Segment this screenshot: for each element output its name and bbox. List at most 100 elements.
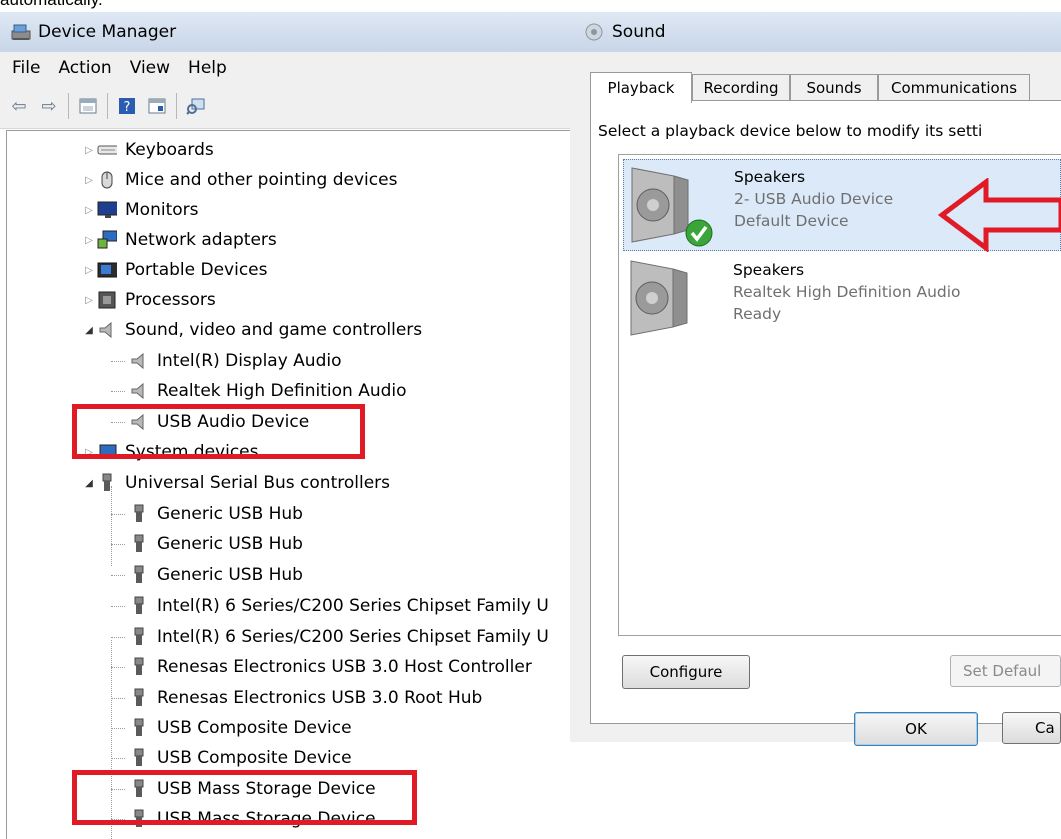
tree-label: Intel(R) 6 Series/C200 Series Chipset Fa… [157, 627, 549, 647]
expand-arrow-icon[interactable]: ▷ [83, 265, 95, 276]
tree-connector [111, 391, 125, 392]
tree-label: Intel(R) 6 Series/C200 Series Chipset Fa… [157, 596, 549, 616]
tree-item-realtek-audio[interactable]: Realtek High Definition Audio [111, 376, 407, 406]
device-status: Ready [733, 305, 782, 323]
tree-item-usb-child[interactable]: Generic USB Hub [111, 529, 303, 559]
configure-button[interactable]: Configure [622, 655, 750, 689]
speaker-icon [627, 257, 688, 337]
portable-device-icon [97, 260, 117, 280]
tree-connector [111, 486, 112, 566]
highlight-box [72, 770, 417, 825]
tree-item-portable-devices[interactable]: ▷ Portable Devices [85, 255, 268, 285]
back-arrow-icon[interactable]: ⇦ [8, 95, 30, 117]
tree-connector [111, 606, 125, 607]
device-manager-icon [10, 23, 32, 41]
show-hidden-icon[interactable] [146, 95, 168, 117]
tree-item-usb-child[interactable]: USB Composite Device [111, 743, 352, 773]
tree-connector [111, 728, 125, 729]
window-title: Device Manager [38, 22, 177, 42]
expand-arrow-icon[interactable]: ▷ [83, 205, 95, 216]
caption-text: automatically. [0, 0, 103, 10]
tree-item-usb-controllers[interactable]: ◢ Universal Serial Bus controllers [85, 468, 391, 498]
tree-label: Universal Serial Bus controllers [125, 473, 391, 493]
tree-label: Portable Devices [125, 260, 268, 280]
expand-arrow-icon[interactable]: ▷ [83, 175, 95, 186]
tree-connector [111, 758, 125, 759]
tree-label: Generic USB Hub [157, 534, 303, 554]
tree-label: Monitors [125, 200, 199, 220]
menu-bar: File Action View Help [0, 52, 570, 84]
menu-file[interactable]: File [12, 58, 40, 78]
expand-arrow-icon[interactable]: ▷ [83, 235, 95, 246]
properties-icon[interactable] [77, 95, 99, 117]
device-name: Speakers [733, 261, 805, 279]
tree-item-usb-child[interactable]: Generic USB Hub [111, 560, 303, 590]
tree-connector [111, 544, 125, 545]
tree-item-processors[interactable]: ▷ Processors [85, 285, 216, 315]
cancel-button[interactable]: Ca [1002, 712, 1061, 744]
usb-plug-icon [129, 748, 149, 768]
tree-item-intel-display-audio[interactable]: Intel(R) Display Audio [111, 346, 342, 376]
forward-arrow-icon[interactable]: ⇨ [38, 95, 60, 117]
expand-arrow-icon[interactable]: ▷ [83, 295, 95, 306]
mouse-icon [97, 170, 117, 190]
tree-label: Intel(R) Display Audio [157, 351, 342, 371]
toolbar: ⇦ ⇨ ? [0, 84, 570, 129]
tree-connector [111, 637, 125, 638]
usb-plug-icon [129, 565, 149, 585]
instruction-text: Select a playback device below to modify… [598, 122, 983, 140]
tab-communications[interactable]: Communications [878, 74, 1030, 101]
toolbar-separator [176, 93, 177, 119]
collapse-arrow-icon[interactable]: ◢ [83, 325, 95, 336]
expand-arrow-icon[interactable]: ▷ [83, 145, 95, 156]
collapse-arrow-icon[interactable]: ◢ [83, 478, 95, 489]
tree-label: Network adapters [125, 230, 277, 250]
tree-label: USB Composite Device [157, 718, 352, 738]
tree-item-usb-child[interactable]: Renesas Electronics USB 3.0 Root Hub [111, 683, 483, 713]
tree-connector [111, 698, 125, 699]
tree-item-sound-controllers[interactable]: ◢ Sound, video and game controllers [85, 315, 422, 345]
device-description: 2- USB Audio Device [734, 190, 894, 208]
usb-plug-icon [129, 657, 149, 677]
tab-sounds[interactable]: Sounds [790, 74, 878, 101]
sound-titlebar: Sound [570, 12, 1061, 52]
svg-text:?: ? [124, 100, 131, 115]
tree-item-network-adapters[interactable]: ▷ Network adapters [85, 225, 277, 255]
menu-view[interactable]: View [130, 58, 170, 78]
playback-device-item[interactable]: Speakers Realtek High Definition Audio R… [623, 253, 1059, 343]
help-icon[interactable]: ? [116, 95, 138, 117]
sound-dialog: Sound Playback Recording Sounds Communic… [570, 12, 1061, 746]
tab-playback[interactable]: Playback [590, 72, 692, 103]
tree-item-keyboards[interactable]: ▷ Keyboards [85, 135, 214, 165]
processor-icon [97, 290, 117, 310]
set-default-button[interactable]: Set Defaul [950, 655, 1061, 687]
usb-plug-icon [129, 596, 149, 616]
tree-item-monitors[interactable]: ▷ Monitors [85, 195, 199, 225]
scan-hardware-icon[interactable] [185, 95, 207, 117]
tree-item-usb-child[interactable]: Intel(R) 6 Series/C200 Series Chipset Fa… [111, 622, 549, 652]
speaker-icon [129, 351, 149, 371]
ok-button[interactable]: OK [854, 712, 978, 746]
tree-item-usb-child[interactable]: Intel(R) 6 Series/C200 Series Chipset Fa… [111, 591, 549, 621]
tree-label: Realtek High Definition Audio [157, 381, 407, 401]
tree-label: Generic USB Hub [157, 504, 303, 524]
tree-item-usb-child[interactable]: USB Composite Device [111, 713, 352, 743]
speaker-icon [628, 164, 689, 244]
toolbar-separator [107, 93, 108, 119]
tree-label: USB Composite Device [157, 748, 352, 768]
speaker-icon [97, 320, 117, 340]
tree-label: Keyboards [125, 140, 214, 160]
highlight-box [72, 404, 365, 459]
device-description: Realtek High Definition Audio [733, 283, 961, 301]
menu-action[interactable]: Action [58, 58, 111, 78]
tree-item-usb-child[interactable]: Renesas Electronics USB 3.0 Host Control… [111, 652, 532, 682]
toolbar-separator [68, 93, 69, 119]
tree-label: Mice and other pointing devices [125, 170, 398, 190]
tree-item-mice[interactable]: ▷ Mice and other pointing devices [85, 165, 398, 195]
tree-label: Renesas Electronics USB 3.0 Root Hub [157, 688, 483, 708]
menu-help[interactable]: Help [188, 58, 227, 78]
tree-label: Processors [125, 290, 216, 310]
tab-recording[interactable]: Recording [692, 74, 790, 101]
tree-item-usb-child[interactable]: Generic USB Hub [111, 499, 303, 529]
monitor-icon [97, 200, 117, 220]
